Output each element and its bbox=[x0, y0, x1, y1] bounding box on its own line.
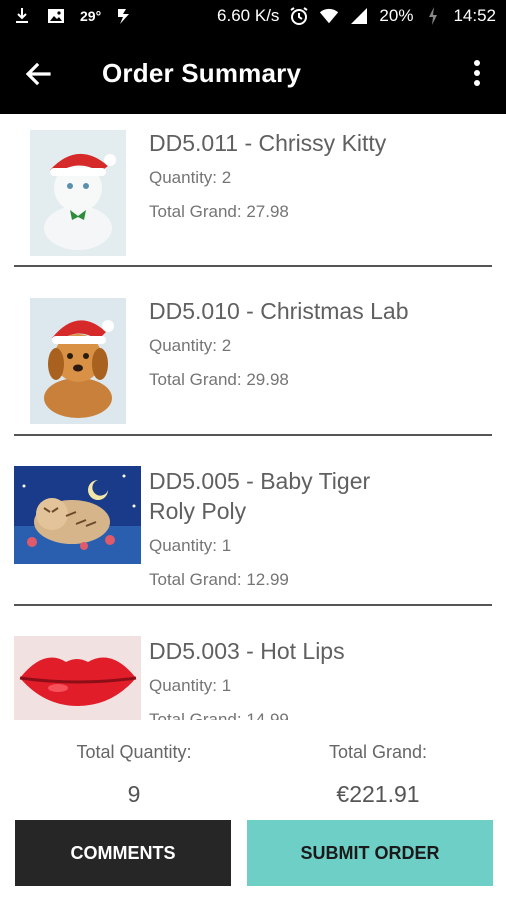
app-notification-icon bbox=[115, 6, 135, 26]
order-items-list[interactable]: DD5.011 - Chrissy Kitty Quantity: 2 Tota… bbox=[0, 114, 506, 720]
item-title-line2: Roly Poly bbox=[149, 498, 247, 524]
order-summary-totals: Total Quantity: 9 Total Grand: €221.91 bbox=[0, 720, 506, 816]
charging-icon bbox=[423, 6, 443, 26]
item-total: Total Grand: 12.99 bbox=[149, 570, 289, 589]
status-right: 6.60 K/s 20% 14:52 bbox=[217, 6, 496, 26]
alarm-icon bbox=[289, 6, 309, 26]
item-quantity: Quantity: 1 bbox=[149, 536, 232, 555]
item-details: DD5.003 - Hot Lips Quantity: 1 Total Gra… bbox=[149, 636, 469, 720]
total-quantity-label: Total Quantity: bbox=[76, 742, 192, 762]
total-grand-label: Total Grand: bbox=[328, 742, 428, 762]
submit-order-button[interactable]: SUBMIT ORDER bbox=[247, 820, 493, 886]
divider bbox=[14, 434, 492, 436]
total-quantity-block: Total Quantity: 9 bbox=[14, 742, 254, 808]
image-icon bbox=[46, 6, 66, 26]
item-title-line1: DD5.005 - Baby Tiger bbox=[149, 468, 371, 494]
item-details: DD5.005 - Baby Tiger Roly Poly Quantity:… bbox=[149, 466, 469, 592]
back-button[interactable] bbox=[18, 56, 58, 96]
divider bbox=[14, 265, 492, 267]
overflow-menu-button[interactable] bbox=[462, 54, 492, 96]
total-grand-block: Total Grand: €221.91 bbox=[258, 742, 498, 808]
download-icon bbox=[12, 6, 32, 26]
item-details: DD5.011 - Chrissy Kitty Quantity: 2 Tota… bbox=[149, 128, 469, 224]
item-total: Total Grand: 29.98 bbox=[149, 370, 289, 389]
wifi-icon bbox=[319, 6, 339, 26]
item-quantity: Quantity: 2 bbox=[149, 336, 232, 355]
network-speed-text: 6.60 K/s bbox=[217, 6, 280, 25]
item-details: DD5.010 - Christmas Lab Quantity: 2 Tota… bbox=[149, 296, 469, 392]
more-vert-icon bbox=[473, 60, 481, 90]
product-image-lips bbox=[14, 636, 141, 720]
divider bbox=[14, 604, 492, 606]
item-total: Total Grand: 27.98 bbox=[149, 202, 289, 221]
app-bar: Order Summary bbox=[0, 36, 506, 114]
signal-icon bbox=[349, 6, 369, 26]
item-quantity: Quantity: 1 bbox=[149, 676, 232, 695]
total-grand-value: €221.91 bbox=[336, 781, 420, 807]
product-image-tiger bbox=[14, 466, 141, 564]
clock-text: 14:52 bbox=[453, 6, 496, 25]
product-image-puppy bbox=[30, 298, 126, 424]
status-left: 29° bbox=[12, 6, 135, 26]
item-title: DD5.003 - Hot Lips bbox=[149, 638, 345, 664]
item-title: DD5.010 - Christmas Lab bbox=[149, 298, 409, 324]
product-image-kitten bbox=[30, 130, 126, 256]
temperature-text: 29° bbox=[80, 8, 102, 24]
comments-button[interactable]: COMMENTS bbox=[15, 820, 231, 886]
status-bar: 29° 6.60 K/s 20% 14:52 bbox=[0, 0, 506, 36]
item-title: DD5.011 - Chrissy Kitty bbox=[149, 130, 387, 156]
total-quantity-value: 9 bbox=[127, 781, 141, 807]
item-total: Total Grand: 14.99 bbox=[149, 710, 289, 720]
page-title: Order Summary bbox=[102, 58, 302, 88]
battery-text: 20% bbox=[379, 6, 414, 25]
arrow-back-icon bbox=[25, 62, 51, 90]
item-quantity: Quantity: 2 bbox=[149, 168, 232, 187]
